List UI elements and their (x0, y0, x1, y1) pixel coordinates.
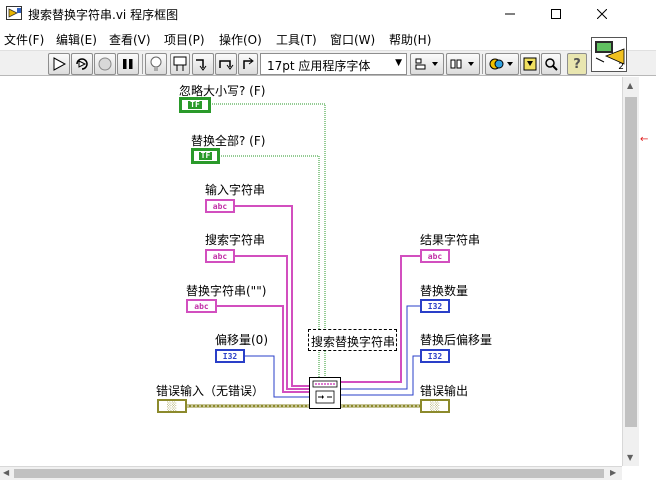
error-out-terminal[interactable]: ░░ (420, 399, 450, 413)
error-in-terminal[interactable]: ░░ (157, 399, 187, 413)
replace-count-label: 替换数量 (420, 284, 469, 298)
input-string-terminal[interactable]: abc (205, 199, 235, 213)
horizontal-scroll-thumb[interactable] (14, 469, 604, 478)
string-glyph: abc (212, 201, 228, 211)
offset-after-terminal[interactable]: I32 (420, 349, 450, 363)
replace-all-terminal[interactable]: TF (191, 148, 220, 164)
scroll-down-arrow-icon[interactable]: ▼ (627, 453, 633, 462)
offset-after-label: 替换后偏移量 (420, 333, 493, 347)
replace-string-label: 替换字符串("") (186, 284, 267, 298)
string-glyph: abc (427, 251, 443, 261)
search-string-label: 搜索字符串 (205, 233, 266, 247)
offset-label: 偏移量(0) (215, 333, 268, 347)
vertical-scroll-thumb[interactable] (625, 97, 637, 427)
replace-all-label: 替换全部? (F) (191, 134, 266, 148)
red-arrow-icon: ← (640, 134, 649, 145)
scroll-right-arrow-icon[interactable]: ▶ (610, 468, 616, 477)
input-string-label: 输入字符串 (205, 183, 266, 197)
string-glyph: abc (194, 301, 209, 311)
result-string-label: 结果字符串 (420, 233, 481, 247)
i32-glyph: I32 (427, 351, 443, 361)
search-replace-string-icon (312, 380, 338, 404)
search-string-terminal[interactable]: abc (205, 249, 235, 263)
scroll-up-arrow-icon[interactable]: ▲ (627, 81, 633, 90)
i32-glyph: I32 (222, 351, 238, 361)
error-cluster-glyph: ░░ (167, 401, 177, 411)
search-string-wire (235, 255, 310, 390)
result-string-terminal[interactable]: abc (420, 249, 450, 263)
string-glyph: abc (212, 251, 228, 261)
ignore-case-terminal[interactable]: TF (179, 97, 211, 113)
replace-string-terminal[interactable]: abc (186, 299, 217, 313)
function-label: 搜索替换字符串 (308, 329, 397, 351)
search-replace-string-node[interactable] (309, 377, 341, 409)
vertical-scrollbar[interactable]: ▲ ▼ (622, 77, 639, 466)
offset-terminal[interactable]: I32 (215, 349, 245, 363)
bool-glyph: TF (188, 100, 202, 109)
error-cluster-glyph: ░░ (430, 401, 440, 411)
error-in-label: 错误输入（无错误） (156, 384, 265, 398)
horizontal-scrollbar[interactable]: ◀ ▶ (0, 466, 622, 480)
bool-glyph: TF (198, 151, 213, 160)
i32-glyph: I32 (427, 301, 443, 311)
result-string-wire (341, 255, 420, 383)
scroll-left-arrow-icon[interactable]: ◀ (3, 468, 9, 477)
replace-count-terminal[interactable]: I32 (420, 299, 450, 313)
error-out-label: 错误输出 (420, 384, 469, 398)
